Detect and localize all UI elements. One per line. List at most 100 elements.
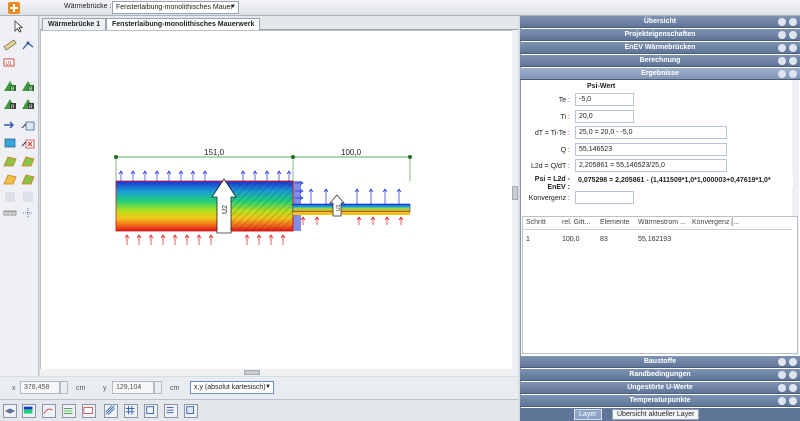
isotherms-icon[interactable] bbox=[62, 404, 76, 418]
close-icon[interactable] bbox=[789, 18, 797, 26]
section-ungestorte-u-werte[interactable]: Ungestörte U-Werte bbox=[520, 382, 800, 394]
collapse-icon[interactable] bbox=[778, 18, 786, 26]
rectangle-fill-icon[interactable] bbox=[3, 136, 17, 150]
polygon-split-icon[interactable] bbox=[3, 172, 17, 186]
section-baustoffe[interactable]: Baustoffe bbox=[520, 356, 800, 368]
table-header[interactable]: Wärmestrom ... bbox=[638, 219, 686, 226]
tab-bar: Wärmebrücke 1 Fensterlaibung-monolithisc… bbox=[40, 16, 518, 30]
table-header[interactable]: Konvergenz [... bbox=[692, 219, 739, 226]
x-coordinate-field[interactable]: 378,458 bbox=[20, 381, 60, 394]
node-edit-icon[interactable] bbox=[21, 38, 35, 52]
polygon-draw-icon[interactable] bbox=[3, 154, 17, 168]
dimension-lines bbox=[114, 155, 412, 181]
arrow-right-icon[interactable] bbox=[3, 118, 17, 132]
select-arrow-icon[interactable] bbox=[12, 20, 26, 34]
warmebrucke-label: Wärmebrücke : bbox=[64, 3, 112, 10]
psi-label-enev: EnEV : bbox=[547, 184, 570, 191]
delete-node-icon[interactable] bbox=[21, 136, 35, 150]
section-temperaturpunkte[interactable]: Temperaturpunkte bbox=[520, 395, 800, 407]
y-spinner[interactable] bbox=[154, 381, 162, 394]
table-header[interactable]: Elemente bbox=[600, 219, 630, 226]
flux-lines-icon[interactable] bbox=[42, 404, 56, 418]
close-icon[interactable] bbox=[789, 70, 797, 78]
dt-label: dT = Ti-Te : bbox=[534, 130, 570, 137]
polygon-join-icon[interactable] bbox=[21, 172, 35, 186]
svg-text:U1: U1 bbox=[6, 61, 13, 67]
tab-layer[interactable]: Layer bbox=[574, 409, 602, 420]
collapse-icon[interactable] bbox=[778, 358, 786, 366]
konvergenz-value[interactable] bbox=[575, 191, 634, 204]
thermal-view-icon[interactable] bbox=[22, 404, 36, 418]
collapse-icon[interactable] bbox=[778, 397, 786, 405]
dt-value[interactable]: 25,0 = 20,0 - -5,0 bbox=[575, 126, 727, 139]
collapse-icon[interactable] bbox=[778, 57, 786, 65]
grid-snap-icon[interactable] bbox=[21, 206, 35, 220]
horizontal-scroll-thumb[interactable] bbox=[244, 370, 260, 375]
boundary-r-alt-icon[interactable]: R bbox=[21, 96, 35, 111]
table-header[interactable]: Schritt bbox=[526, 219, 546, 226]
disabled-tool-icon bbox=[3, 190, 17, 204]
boundary-r-icon[interactable]: R bbox=[3, 96, 17, 111]
horizontal-scrollbar[interactable] bbox=[40, 369, 518, 376]
hatched-region bbox=[221, 181, 293, 231]
table-header-divider bbox=[522, 229, 792, 230]
ti-value[interactable]: 20,0 bbox=[575, 110, 634, 123]
psi-label: Psi = L2d - bbox=[534, 176, 570, 183]
svg-text:R: R bbox=[11, 105, 15, 111]
collapse-icon[interactable] bbox=[778, 44, 786, 52]
polygon-edit-icon[interactable] bbox=[21, 154, 35, 168]
layers-icon[interactable] bbox=[3, 404, 17, 418]
coordinate-system-select[interactable]: x,y (absolut kartesisch) ▼ bbox=[190, 381, 274, 394]
psi-title: Psi-Wert bbox=[587, 83, 616, 90]
tab-fensterlaibung[interactable]: Fensterlaibung-monolithisches Mauerwerk bbox=[106, 18, 261, 30]
collapse-icon[interactable] bbox=[778, 70, 786, 78]
u1-view-icon[interactable] bbox=[82, 404, 96, 418]
grid-view-icon[interactable] bbox=[124, 404, 138, 418]
frame-view-icon[interactable] bbox=[144, 404, 158, 418]
boundary-b-alt-icon[interactable]: B bbox=[21, 78, 35, 93]
close-icon[interactable] bbox=[789, 44, 797, 52]
close-icon[interactable] bbox=[789, 371, 797, 379]
collapse-icon[interactable] bbox=[778, 371, 786, 379]
close-icon[interactable] bbox=[789, 57, 797, 65]
ruler-icon[interactable] bbox=[3, 38, 17, 52]
tab-ubersicht-aktueller-layer[interactable]: Übersicht aktueller Layer bbox=[612, 409, 700, 420]
section-label: Übersicht bbox=[643, 18, 677, 25]
drawing-canvas[interactable]: 151,0 100,0 U2 U1 bbox=[40, 30, 518, 375]
close-icon[interactable] bbox=[789, 397, 797, 405]
close-icon[interactable] bbox=[789, 384, 797, 392]
measure-icon[interactable] bbox=[3, 206, 17, 220]
coordinate-system-value: x,y (absolut kartesisch) bbox=[194, 384, 266, 391]
l2d-value[interactable]: 2,205861 = 55,146523/25,0 bbox=[575, 159, 727, 172]
collapse-icon[interactable] bbox=[778, 31, 786, 39]
table-cell: 1 bbox=[526, 236, 530, 243]
warmebrucke-select[interactable]: Fensterlaibung-monolithisches Mauer ▼ bbox=[112, 1, 239, 14]
disabled-tool-alt-icon bbox=[21, 190, 35, 204]
warmebrucke-select-value: Fensterlaibung-monolithisches Mauer bbox=[116, 4, 233, 11]
y-coordinate-field[interactable]: 129,104 bbox=[112, 381, 154, 394]
x-spinner[interactable] bbox=[60, 381, 68, 394]
u1-marker-icon[interactable]: U1 bbox=[3, 56, 17, 70]
svg-text:R: R bbox=[29, 105, 33, 111]
section-ubersicht[interactable]: Übersicht bbox=[520, 16, 800, 28]
q-value[interactable]: 55,146523 bbox=[575, 143, 727, 156]
psi-value: 0,075298 = 2,205861 - (1,411509*1,0*1,00… bbox=[575, 175, 793, 188]
section-berechnung[interactable]: Berechnung bbox=[520, 55, 800, 67]
add-icon[interactable] bbox=[8, 2, 20, 14]
hatch-view-icon[interactable] bbox=[104, 404, 118, 418]
vertical-scroll-thumb[interactable] bbox=[512, 186, 518, 200]
boundary-b-icon[interactable]: B bbox=[3, 78, 17, 93]
close-icon[interactable] bbox=[789, 31, 797, 39]
tab-warmebrucke-1[interactable]: Wärmebrücke 1 bbox=[42, 18, 107, 30]
section-randbedingungen[interactable]: Randbedingungen bbox=[520, 369, 800, 381]
list-view-icon[interactable] bbox=[164, 404, 178, 418]
collapse-icon[interactable] bbox=[778, 384, 786, 392]
section-ergebnisse[interactable]: Ergebnisse bbox=[520, 68, 800, 80]
window-view-icon[interactable] bbox=[184, 404, 198, 418]
close-icon[interactable] bbox=[789, 358, 797, 366]
section-enev-warmebrucken[interactable]: EnEV Wärmebrücken bbox=[520, 42, 800, 54]
te-value[interactable]: -5,0 bbox=[575, 93, 634, 106]
table-header[interactable]: rel. Gitt... bbox=[562, 219, 590, 226]
section-projekteigenschaften[interactable]: Projekteigenschaften bbox=[520, 29, 800, 41]
move-node-icon[interactable] bbox=[21, 118, 35, 132]
